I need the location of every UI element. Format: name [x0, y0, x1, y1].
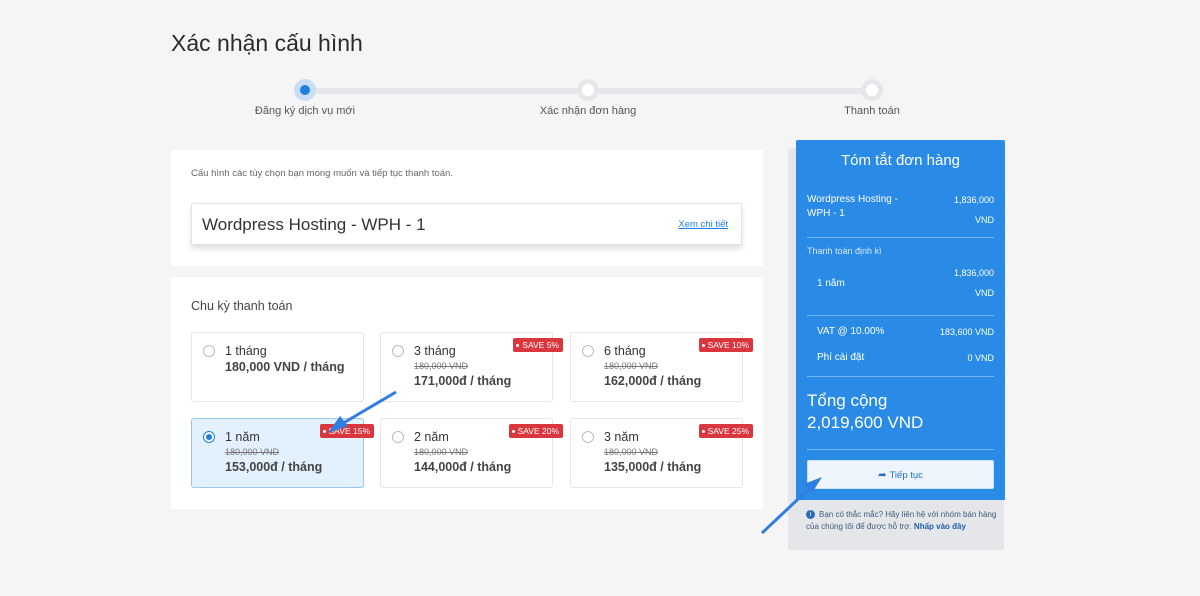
summary-item-price: 1,836,000 VND — [954, 190, 994, 230]
step-dot-active — [294, 79, 316, 101]
continue-button[interactable]: ➦ Tiếp tục — [807, 460, 994, 489]
option-period: 2 năm — [414, 430, 449, 444]
option-price: 144,000đ / tháng — [414, 460, 512, 474]
radio-button[interactable] — [392, 431, 404, 443]
billing-option-3-months[interactable]: 3 tháng 180,000 VND 171,000đ / tháng SAV… — [380, 332, 563, 402]
config-card: Cấu hình các tùy chọn bạn mong muốn và t… — [171, 150, 763, 266]
option-period: 3 tháng — [414, 344, 456, 358]
option-old-price: 180,000 VND — [414, 361, 469, 371]
summary-item-amount: 1,836,000 — [953, 195, 994, 205]
total-value: 2,019,600 VND — [807, 413, 924, 432]
billing-cycle-title: Chu kỳ thanh toán — [191, 299, 293, 313]
billing-option-6-months[interactable]: 6 tháng 180,000 VND 162,000đ / tháng SAV… — [570, 332, 753, 402]
view-details-link[interactable]: Xem chi tiết — [678, 219, 728, 230]
summary-divider — [807, 376, 994, 377]
summary-cycle-price: 1,836,000 VND — [954, 263, 994, 303]
option-price: 153,000đ / tháng — [225, 460, 323, 474]
option-old-price: 180,000 VND — [604, 361, 659, 371]
total-label: Tổng cộng — [807, 391, 888, 410]
order-summary: Tóm tắt đơn hàng Wordpress Hosting - WPH… — [796, 140, 1005, 500]
info-icon: i — [806, 510, 815, 519]
arrow-right-icon: ➦ — [878, 470, 887, 481]
option-period: 1 tháng — [225, 344, 267, 358]
summary-item-currency: VND — [974, 215, 994, 225]
product-box: Wordpress Hosting - WPH - 1 Xem chi tiết — [191, 203, 742, 245]
step-confirm: Xác nhận đơn hàng — [488, 79, 688, 117]
billing-cycle-card: Chu kỳ thanh toán 1 tháng 180,000 VND / … — [171, 277, 763, 509]
summary-divider — [807, 237, 994, 238]
step-label: Thanh toán — [844, 105, 900, 117]
vat-label: VAT @ 10.00% — [817, 326, 885, 337]
product-name: Wordpress Hosting - WPH - 1 — [202, 215, 426, 234]
step-dot — [577, 79, 599, 101]
setup-fee-label: Phí cài đặt — [817, 352, 865, 363]
option-price: 162,000đ / tháng — [604, 374, 702, 388]
step-label: Đăng ký dịch vụ mới — [254, 105, 356, 117]
summary-divider — [807, 315, 994, 316]
radio-button-checked[interactable] — [203, 431, 215, 443]
option-period: 1 năm — [225, 430, 260, 444]
billing-option-2-years[interactable]: 2 năm 180,000 VND 144,000đ / tháng SAVE … — [380, 418, 563, 488]
billing-option-1-year[interactable]: 1 năm 180,000 VND 153,000đ / tháng SAVE … — [191, 418, 374, 488]
radio-button[interactable] — [203, 345, 215, 357]
help-link[interactable]: Nhấp vào đây — [914, 522, 966, 531]
summary-cycle-amount: 1,836,000 — [953, 268, 994, 278]
option-price: 171,000đ / tháng — [414, 374, 512, 388]
radio-button[interactable] — [582, 345, 594, 357]
summary-divider — [807, 449, 994, 450]
continue-label: Tiếp tục — [889, 470, 923, 481]
step-dot — [861, 79, 883, 101]
option-period: 3 năm — [604, 430, 639, 444]
summary-cycle-currency: VND — [974, 288, 994, 298]
summary-title: Tóm tắt đơn hàng — [840, 152, 961, 169]
radio-button[interactable] — [392, 345, 404, 357]
option-old-price: 180,000 VND — [604, 447, 659, 457]
save-badge: SAVE 15% — [319, 424, 374, 438]
radio-button[interactable] — [582, 431, 594, 443]
billing-option-1-month[interactable]: 1 tháng 180,000 VND / tháng — [191, 332, 364, 402]
summary-cycle-label: Thanh toán định kì — [807, 246, 882, 256]
save-badge: SAVE 20% — [508, 424, 563, 438]
save-badge: SAVE 5% — [513, 338, 563, 352]
help-message: Bạn có thắc mắc? Hãy liên hệ với nhóm bá… — [806, 510, 997, 531]
save-badge: SAVE 10% — [698, 338, 753, 352]
step-register: Đăng ký dịch vụ mới — [205, 79, 405, 117]
option-price: 180,000 VND / tháng — [225, 360, 345, 374]
step-payment: Thanh toán — [772, 79, 972, 117]
billing-option-3-years[interactable]: 3 năm 180,000 VND 135,000đ / tháng SAVE … — [570, 418, 753, 488]
option-price: 135,000đ / tháng — [604, 460, 702, 474]
option-old-price: 180,000 VND — [225, 447, 280, 457]
option-period: 6 tháng — [604, 344, 646, 358]
vat-value: 183,600 VND — [939, 327, 994, 337]
page-title: Xác nhận cấu hình — [171, 30, 363, 56]
config-intro: Cấu hình các tùy chọn bạn mong muốn và t… — [191, 168, 453, 179]
summary-item-name: Wordpress Hosting - WPH - 1 — [807, 194, 898, 219]
setup-fee-value: 0 VND — [967, 353, 994, 363]
help-text: i Bạn có thắc mắc? Hãy liên hệ với nhóm b… — [806, 509, 1002, 533]
step-label: Xác nhận đơn hàng — [539, 105, 637, 117]
save-badge: SAVE 25% — [698, 424, 753, 438]
summary-cycle-value: 1 năm — [817, 278, 845, 289]
option-old-price: 180,000 VND — [414, 447, 469, 457]
